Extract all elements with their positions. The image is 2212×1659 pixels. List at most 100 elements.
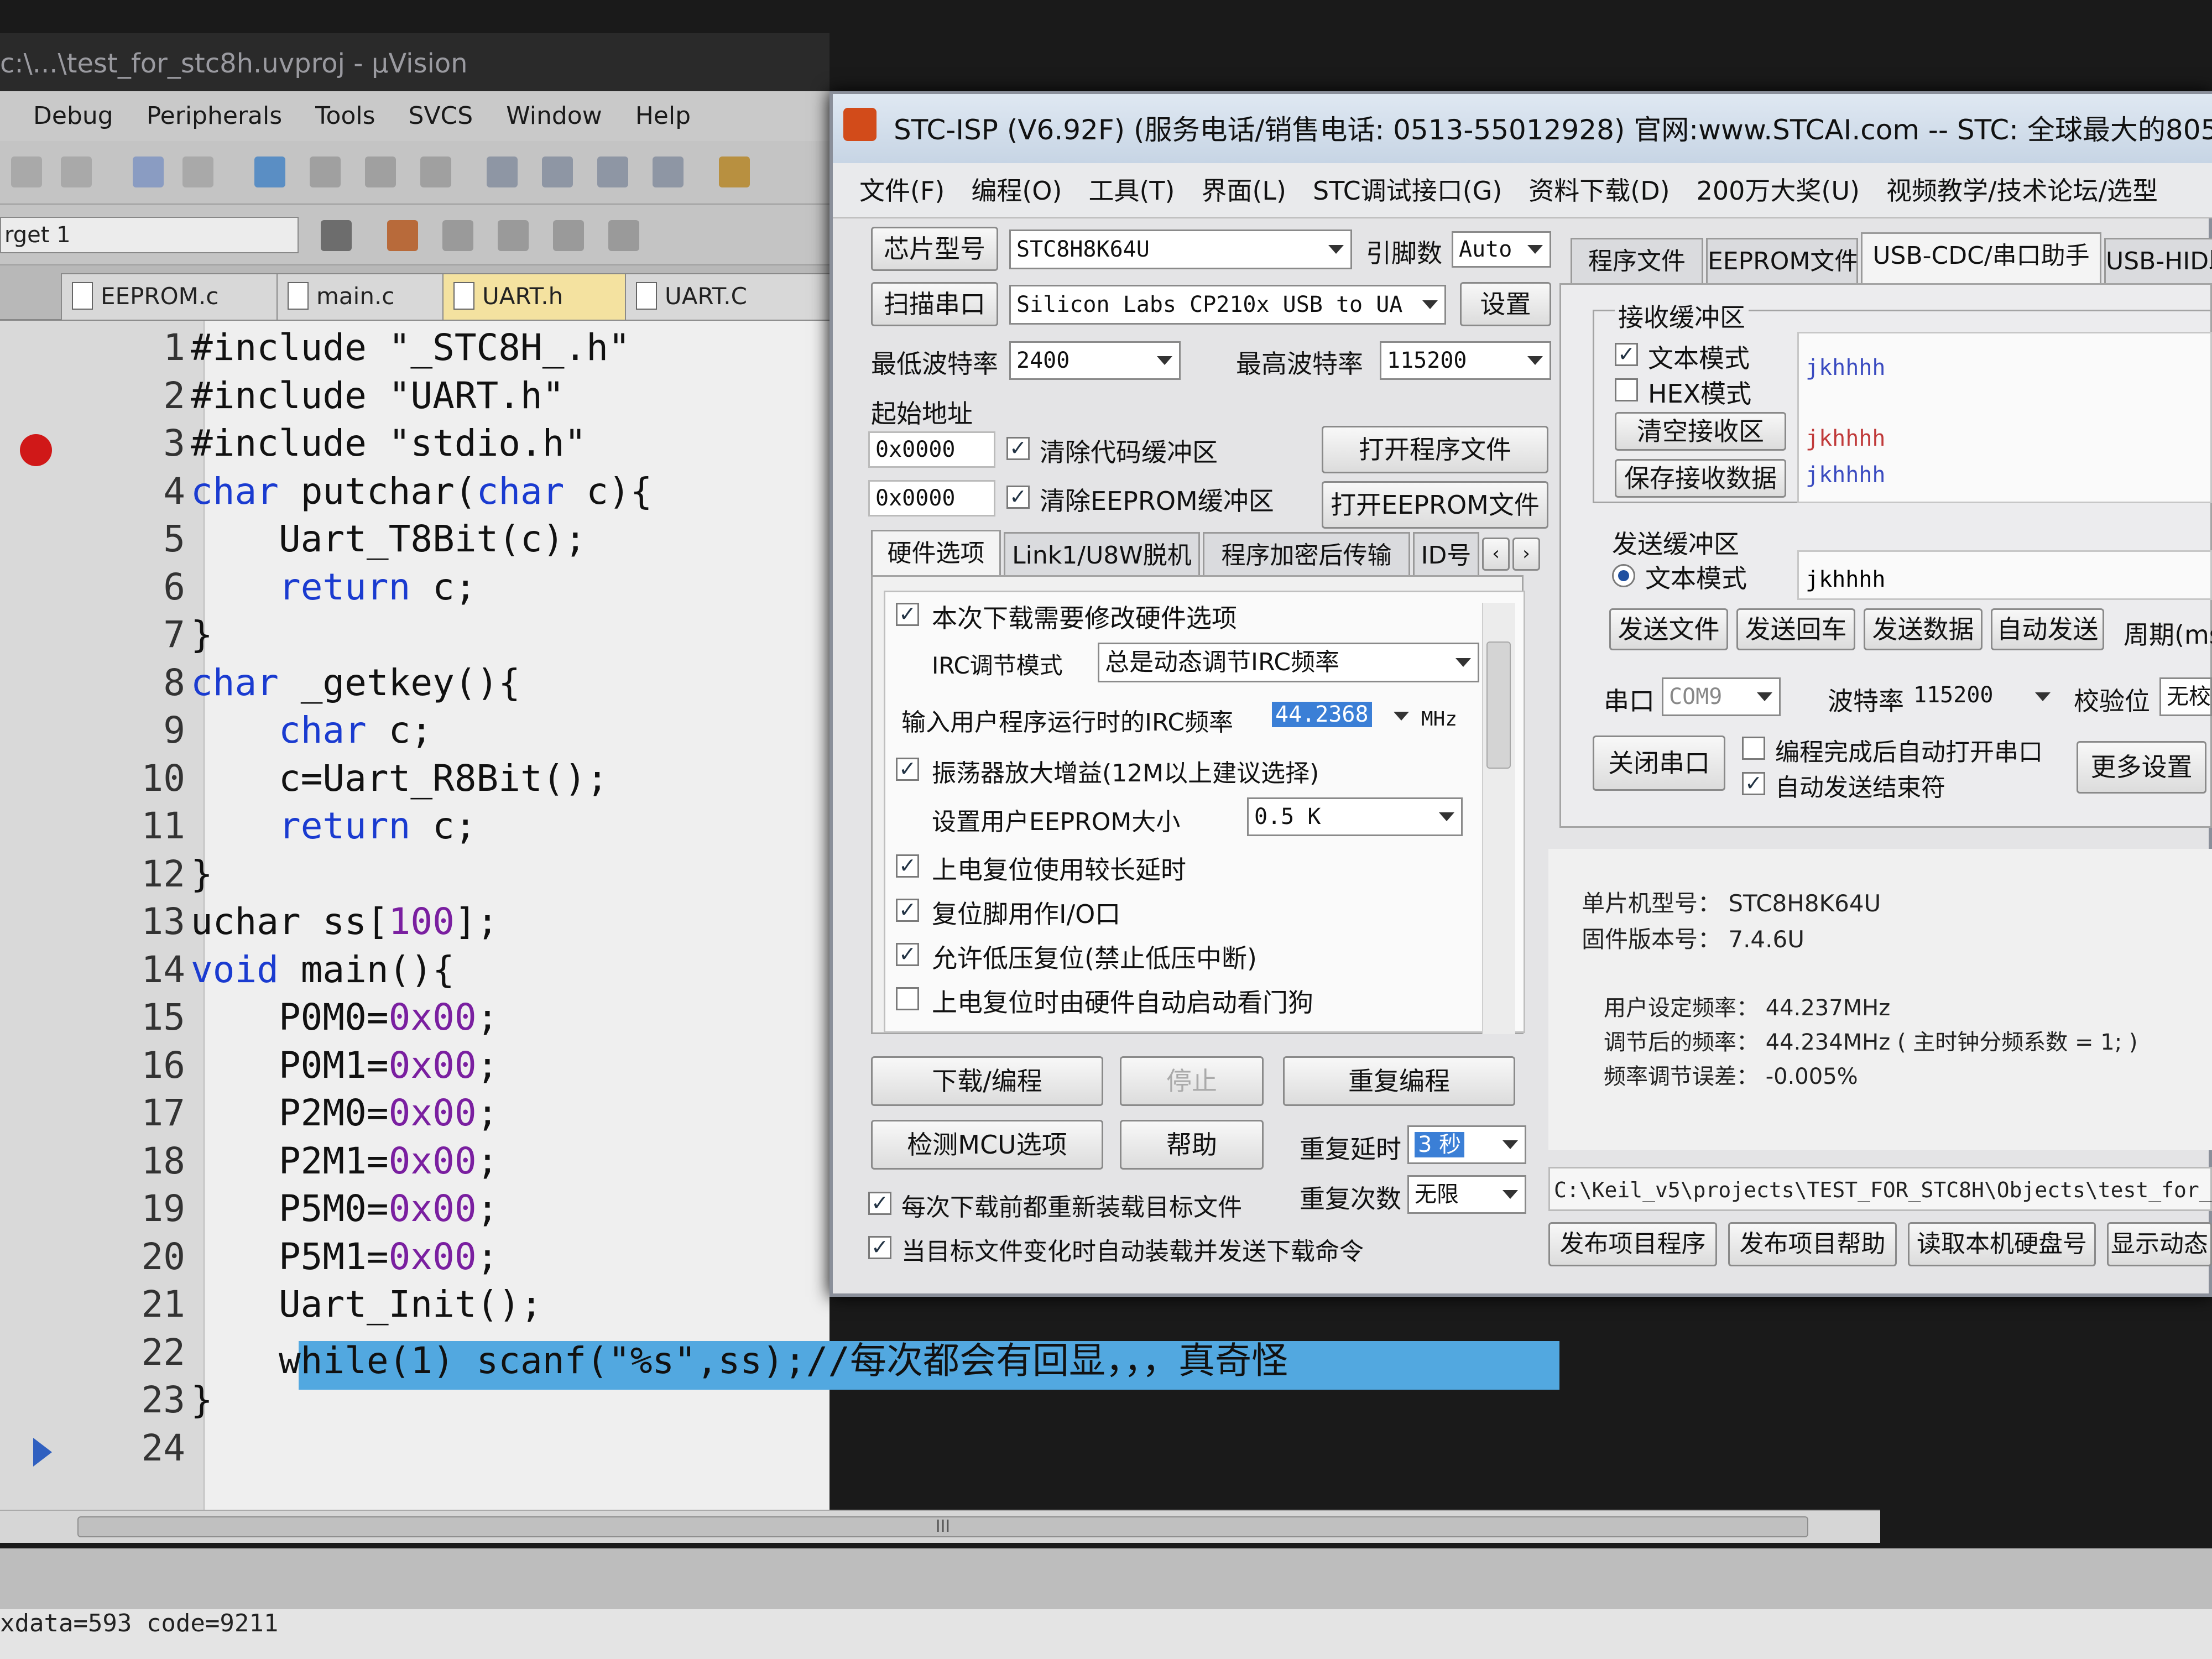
pins-select[interactable]: Auto: [1452, 231, 1551, 268]
menu-window[interactable]: Window: [506, 91, 602, 141]
tab-scroll-left-icon[interactable]: ‹: [1482, 538, 1510, 571]
indent-icon[interactable]: [487, 156, 518, 187]
menu-downloads[interactable]: 资料下载(D): [1528, 163, 1670, 217]
eeprom-size-select[interactable]: 0.5 K: [1247, 797, 1463, 836]
undo-icon[interactable]: [11, 156, 42, 187]
scroll-thumb[interactable]: III: [77, 1516, 1808, 1537]
code-line[interactable]: while(1) scanf("%s",ss);//每次都会有回显，，，真奇怪: [191, 1331, 1288, 1384]
auto-reload-checkbox[interactable]: ✓: [868, 1236, 891, 1259]
chip-model-select[interactable]: STC8H8K64U: [1009, 229, 1352, 269]
code-line[interactable]: }: [191, 613, 213, 656]
clear-code-checkbox[interactable]: ✓: [1006, 437, 1030, 460]
tab-id-number[interactable]: ID号: [1413, 532, 1479, 578]
tab-link1-offline[interactable]: Link1/U8W脱机: [1004, 532, 1200, 578]
baud-select[interactable]: 115200: [1908, 677, 2057, 716]
uncomment-icon[interactable]: [653, 156, 684, 187]
scan-port-button[interactable]: 扫描串口: [871, 282, 998, 326]
auto-send-button[interactable]: 自动发送: [1991, 608, 2104, 650]
options-scroll-thumb[interactable]: [1486, 641, 1511, 769]
send-return-button[interactable]: 发送回车: [1736, 608, 1855, 650]
long-delay-checkbox[interactable]: ✓: [896, 854, 919, 878]
modify-hw-checkbox[interactable]: ✓: [896, 603, 919, 626]
tab-usb-hid[interactable]: USB-HID助: [2104, 238, 2212, 284]
menu-debug-interface[interactable]: STC调试接口(G): [1313, 163, 1502, 217]
code-line[interactable]: void main(){: [191, 948, 455, 991]
target-select[interactable]: rget 1: [0, 217, 299, 253]
code-line[interactable]: return c;: [191, 566, 477, 608]
code-line[interactable]: uchar ss[100];: [191, 900, 498, 943]
recv-hex-mode-checkbox[interactable]: [1615, 378, 1638, 401]
code-line[interactable]: }: [191, 853, 213, 895]
code-line[interactable]: char putchar(char c){: [191, 470, 652, 513]
tab-eeprom-file[interactable]: EEPROM文件: [1706, 238, 1858, 284]
code-line[interactable]: P0M1=0x00;: [191, 1044, 498, 1087]
code-line[interactable]: char c;: [191, 709, 432, 752]
port-select[interactable]: Silicon Labs CP210x USB to UA: [1009, 285, 1446, 325]
menu-debug[interactable]: Debug: [33, 91, 113, 141]
irc-freq-input[interactable]: 44.2368: [1266, 698, 1416, 734]
manage-rte-icon[interactable]: [498, 220, 529, 251]
repeat-program-button[interactable]: 重复编程: [1283, 1056, 1515, 1106]
code-line[interactable]: Uart_Init();: [191, 1283, 542, 1326]
outdent-icon[interactable]: [542, 156, 573, 187]
comment-icon[interactable]: [597, 156, 628, 187]
eeprom-address-input[interactable]: 0x0000: [868, 480, 995, 517]
more-settings-button[interactable]: 更多设置: [2077, 741, 2206, 794]
chip-model-button[interactable]: 芯片型号: [871, 227, 998, 271]
download-program-button[interactable]: 下载/编程: [871, 1056, 1103, 1106]
parity-select[interactable]: 无校: [2159, 677, 2212, 716]
menu-peripherals[interactable]: Peripherals: [147, 91, 282, 141]
repeat-count-select[interactable]: 无限: [1407, 1175, 1526, 1214]
show-dynamic-button[interactable]: 显示动态: [2107, 1222, 2212, 1266]
tab-scroll-right-icon[interactable]: ›: [1512, 538, 1540, 571]
menu-tools[interactable]: Tools: [315, 91, 375, 141]
menu-svcs[interactable]: SVCS: [409, 91, 473, 141]
stop-button[interactable]: 停止: [1120, 1056, 1264, 1106]
watchdog-checkbox[interactable]: [896, 987, 919, 1010]
code-line[interactable]: char _getkey(){: [191, 661, 520, 704]
save-receive-button[interactable]: 保存接收数据: [1615, 459, 1786, 498]
menu-file[interactable]: 文件(F): [859, 163, 945, 217]
menu-program[interactable]: 编程(O): [971, 163, 1062, 217]
low-voltage-checkbox[interactable]: ✓: [896, 943, 919, 966]
serial-port-select[interactable]: COM9: [1662, 677, 1781, 716]
code-line[interactable]: c=Uart_R8Bit();: [191, 757, 608, 800]
port-settings-button[interactable]: 设置: [1460, 282, 1551, 326]
code-line[interactable]: Uart_T8Bit(c);: [191, 518, 586, 560]
open-program-file-button[interactable]: 打开程序文件: [1322, 426, 1548, 473]
code-address-input[interactable]: 0x0000: [868, 431, 995, 468]
tab-uart-c[interactable]: UART.C: [625, 273, 843, 320]
clear-receive-button[interactable]: 清空接收区: [1615, 412, 1786, 451]
code-line[interactable]: #include "UART.h": [191, 374, 565, 417]
code-line[interactable]: P5M1=0x00;: [191, 1235, 498, 1278]
bookmark-prev-icon[interactable]: [310, 156, 341, 187]
manage-project-icon[interactable]: [387, 220, 418, 251]
forward-icon[interactable]: [182, 156, 213, 187]
open-eeprom-file-button[interactable]: 打开EEPROM文件: [1322, 481, 1548, 529]
tab-usb-cdc-serial[interactable]: USB-CDC/串口助手: [1861, 232, 2101, 284]
find-in-files-icon[interactable]: [719, 156, 750, 187]
clear-eeprom-checkbox[interactable]: ✓: [1006, 486, 1030, 509]
publish-program-button[interactable]: 发布项目程序: [1548, 1222, 1717, 1266]
bookmark-icon[interactable]: [254, 156, 285, 187]
target-options-icon[interactable]: [321, 220, 352, 251]
read-disk-button[interactable]: 读取本机硬盘号: [1908, 1222, 2096, 1266]
min-baud-select[interactable]: 2400: [1009, 341, 1181, 380]
code-line[interactable]: P2M1=0x00;: [191, 1140, 498, 1182]
send-data-button[interactable]: 发送数据: [1864, 608, 1983, 650]
components-icon[interactable]: [608, 220, 639, 251]
code-line[interactable]: #include "stdio.h": [191, 422, 586, 465]
help-button[interactable]: 帮助: [1120, 1120, 1264, 1170]
auto-open-port-checkbox[interactable]: [1742, 737, 1765, 760]
detect-mcu-button[interactable]: 检测MCU选项: [871, 1120, 1103, 1170]
menu-prize[interactable]: 200万大奖(U): [1697, 163, 1860, 217]
recv-text-mode-checkbox[interactable]: ✓: [1615, 343, 1638, 366]
code-line[interactable]: return c;: [191, 805, 477, 847]
redo-icon[interactable]: [61, 156, 92, 187]
tab-hardware-options[interactable]: 硬件选项: [871, 530, 1001, 576]
publish-help-button[interactable]: 发布项目帮助: [1728, 1222, 1897, 1266]
select-packs-icon[interactable]: [442, 220, 473, 251]
repeat-delay-select[interactable]: 3 秒: [1407, 1125, 1526, 1164]
tab-program-file[interactable]: 程序文件: [1571, 238, 1703, 284]
tab-uart-h[interactable]: UART.h: [442, 273, 649, 320]
